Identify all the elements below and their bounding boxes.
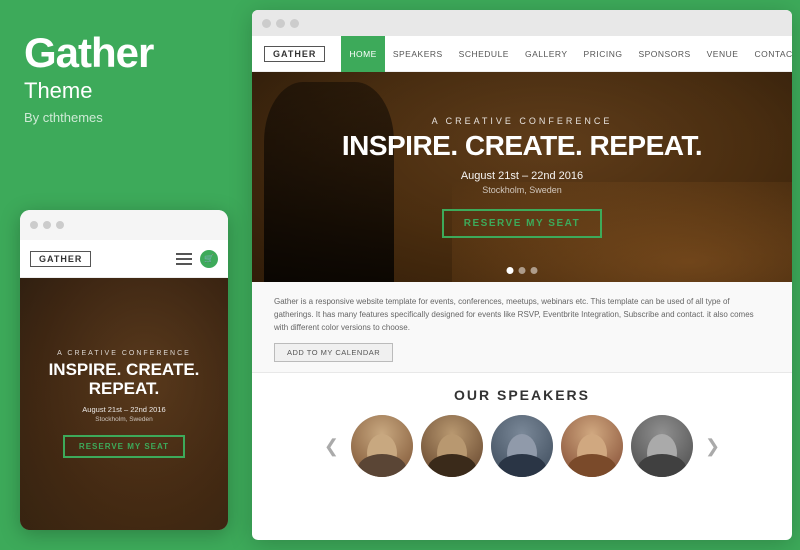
nav-item-pricing[interactable]: PRICING [576, 36, 631, 72]
speakers-next-arrow[interactable]: ❯ [701, 436, 724, 457]
mobile-reserve-button[interactable]: RESERVE MY SEAT [63, 435, 185, 458]
mobile-dot-1 [30, 221, 38, 229]
mobile-top-bar [20, 210, 228, 240]
nav-item-speakers[interactable]: SPEAKERS [385, 36, 451, 72]
site-info-section: Gather is a responsive website template … [252, 282, 792, 373]
speakers-prev-arrow[interactable]: ❮ [320, 436, 343, 457]
nav-item-contact[interactable]: CONTACT [746, 36, 792, 72]
nav-item-schedule[interactable]: SCHEDULE [451, 36, 517, 72]
site-hero: A CREATIVE CONFERENCE INSPIRE. CREATE. R… [252, 72, 792, 282]
speakers-section: OUR SPEAKERS ❮ [252, 373, 792, 487]
hero-dot-1[interactable] [507, 267, 514, 274]
mobile-hero-title: INSPIRE. CREATE. REPEAT. [32, 361, 216, 398]
hero-location: Stockholm, Sweden [482, 185, 562, 195]
speaker-avatar-5 [631, 415, 693, 477]
nav-item-sponsors[interactable]: SPONSORS [630, 36, 698, 72]
hamburger-icon[interactable] [176, 253, 192, 265]
hero-cta-button[interactable]: RESERVE MY SEAT [442, 209, 602, 238]
mobile-dot-2 [43, 221, 51, 229]
browser-dot-2 [276, 19, 285, 28]
mobile-dot-3 [56, 221, 64, 229]
mobile-mockup: GATHER A CREATIVE CONFERENCE INSPIRE. CR… [20, 210, 228, 530]
mobile-hero-sub: A CREATIVE CONFERENCE [57, 350, 191, 357]
speakers-row: ❮ [252, 415, 792, 477]
browser-titlebar [252, 10, 792, 36]
mobile-hero-date: August 21st – 22nd 2016 [82, 405, 165, 414]
add-calendar-button[interactable]: ADD TO MY CALENDAR [274, 343, 393, 362]
hero-figure-decoration [264, 82, 394, 282]
speaker-avatar-2 [421, 415, 483, 477]
brand-subtitle: Theme [24, 78, 224, 104]
speaker-avatar-1 [351, 415, 413, 477]
browser-dot-1 [262, 19, 271, 28]
site-nav: GATHER HOME SPEAKERS SCHEDULE GALLERY PR… [252, 36, 792, 72]
speaker-avatar-4 [561, 415, 623, 477]
mobile-cart-icon[interactable] [200, 250, 218, 268]
nav-links: HOME SPEAKERS SCHEDULE GALLERY PRICING S… [341, 36, 792, 72]
hero-title: INSPIRE. CREATE. REPEAT. [342, 131, 702, 162]
hero-carousel-dots [507, 267, 538, 274]
mobile-hero: A CREATIVE CONFERENCE INSPIRE. CREATE. R… [20, 278, 228, 530]
site-logo[interactable]: GATHER [264, 46, 325, 62]
mobile-nav: GATHER [20, 240, 228, 278]
browser-dot-3 [290, 19, 299, 28]
speakers-title: OUR SPEAKERS [252, 387, 792, 403]
hero-date: August 21st – 22nd 2016 [461, 170, 583, 182]
mobile-hero-location: Stockholm, Sweden [95, 416, 152, 423]
nav-item-venue[interactable]: VENUE [699, 36, 747, 72]
brand-title: Gather [24, 30, 224, 76]
nav-item-home[interactable]: HOME [341, 36, 385, 72]
mobile-logo: GATHER [30, 251, 91, 267]
nav-item-gallery[interactable]: GALLERY [517, 36, 576, 72]
hero-dot-3[interactable] [531, 267, 538, 274]
hero-subtitle: A CREATIVE CONFERENCE [432, 116, 613, 126]
left-panel: Gather Theme By cththemes GATHER A CREAT… [0, 0, 248, 550]
hero-dot-2[interactable] [519, 267, 526, 274]
brand-author: By cththemes [24, 110, 224, 125]
browser-mockup: GATHER HOME SPEAKERS SCHEDULE GALLERY PR… [252, 10, 792, 540]
speaker-avatar-3 [491, 415, 553, 477]
site-info-text: Gather is a responsive website template … [274, 296, 770, 334]
